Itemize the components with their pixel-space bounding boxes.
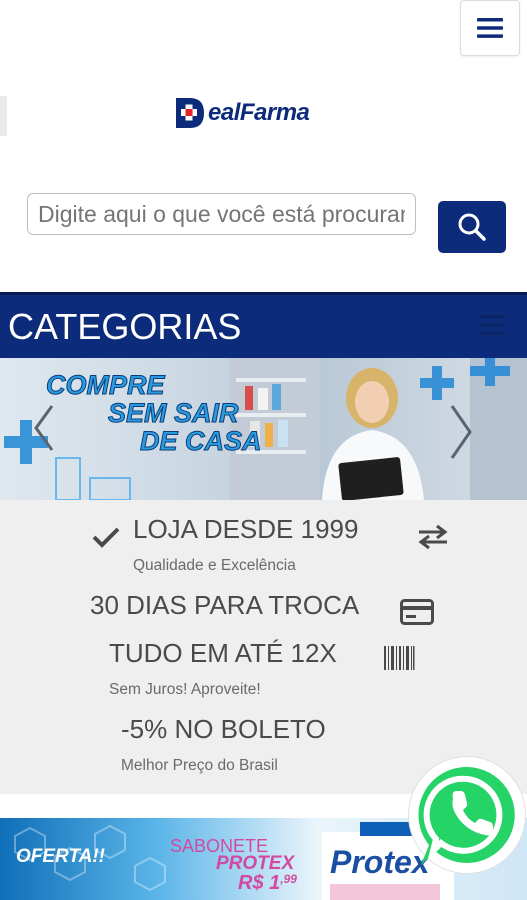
info-section: LOJA DESDE 1999 Qualidade e Excelência 3…	[0, 500, 527, 794]
banner-line-3: DE CASA	[140, 426, 263, 457]
whatsapp-button[interactable]	[409, 757, 525, 873]
search-input[interactable]	[27, 193, 416, 235]
boleto-text: -5% NO BOLETO	[121, 714, 326, 744]
menu-icon	[477, 18, 503, 38]
parcelas-text: TUDO EM ATÉ 12X	[109, 638, 337, 668]
banner-line-2: SEM SAIR	[108, 398, 240, 429]
check-icon	[92, 527, 120, 548]
preco-text: Melhor Preço do Brasil	[121, 757, 278, 774]
credit-card-icon	[400, 599, 434, 625]
menu-button[interactable]	[460, 0, 520, 56]
offer-price: R$ 1,99	[238, 872, 297, 895]
banner-line-1: COMPRE	[46, 370, 166, 401]
logo[interactable]: ealFarma	[172, 94, 344, 132]
troca-text: 30 DIAS PARA TROCA	[90, 590, 360, 620]
search-button[interactable]	[438, 201, 506, 253]
offer-price-cents: ,99	[280, 872, 297, 886]
qualidade-text: Qualidade e Excelência	[133, 557, 296, 574]
logo-cross-icon	[176, 98, 204, 128]
side-tab[interactable]	[0, 96, 7, 136]
juros-text: Sem Juros! Aproveite!	[109, 681, 261, 698]
loja-text: LOJA DESDE 1999	[133, 514, 359, 544]
offer-tag: OFERTA!!	[16, 846, 106, 867]
search-icon	[458, 213, 486, 241]
exchange-icon	[418, 524, 448, 550]
categories-menu-icon[interactable]	[478, 312, 506, 338]
whatsapp-icon	[418, 766, 515, 865]
barcode-icon	[384, 646, 415, 670]
promo-banner[interactable]: COMPRE SEM SAIR DE CASA	[0, 358, 527, 500]
categories-title: CATEGORIAS	[8, 306, 242, 347]
logo-text: ealFarma	[208, 99, 310, 126]
offer-price-main: R$ 1	[238, 872, 281, 894]
